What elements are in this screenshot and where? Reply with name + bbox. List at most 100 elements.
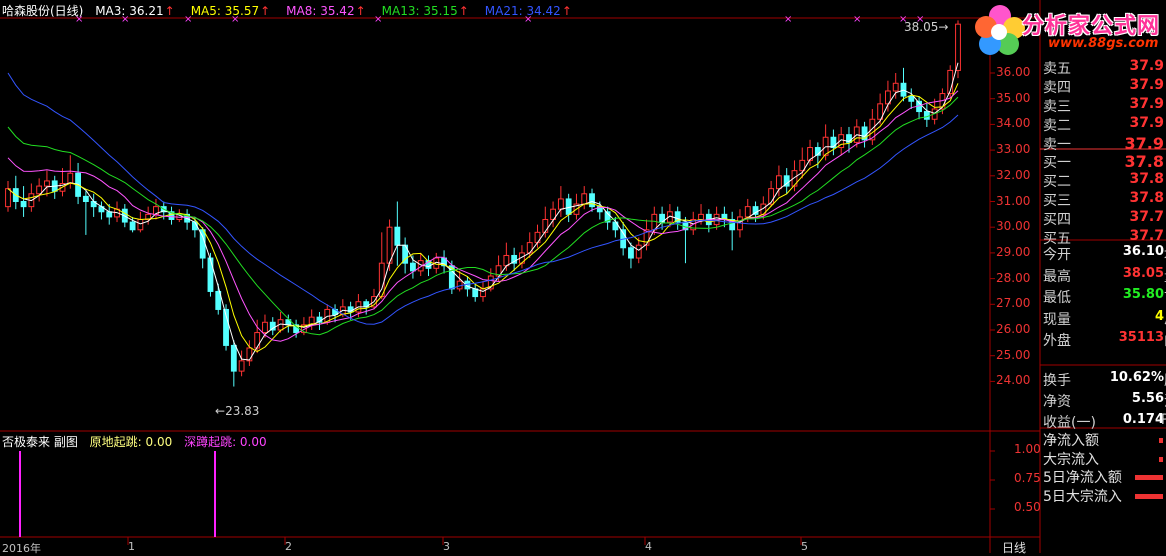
candle-up bbox=[698, 213, 704, 220]
up-arrow-icon: ↑ bbox=[458, 4, 469, 18]
stock-title: 哈森股份(日线) bbox=[2, 4, 84, 18]
ma3-line bbox=[7, 62, 959, 361]
stat-row: 外盘35113内 bbox=[1043, 328, 1166, 350]
price-tick: 27.00 bbox=[996, 296, 1031, 311]
stat-value: 36.10 bbox=[1122, 244, 1164, 259]
quote-row[interactable]: 买三 37.8 bbox=[1043, 189, 1166, 209]
candle-down bbox=[394, 226, 401, 246]
quote-price: 37.7 bbox=[1129, 209, 1164, 225]
quote-row[interactable]: 买二 37.8 bbox=[1043, 170, 1166, 190]
high-value: 38.05 bbox=[904, 20, 939, 34]
candle-down bbox=[106, 211, 113, 218]
candle-down bbox=[830, 136, 837, 149]
stat-value: 0.174 bbox=[1122, 412, 1164, 427]
stat-label: 今开 bbox=[1043, 247, 1071, 263]
price-tick: 35.00 bbox=[996, 90, 1031, 105]
money-flow-row: 5日净流入额 bbox=[1043, 467, 1166, 487]
ma-legend-item: MA3: 36.21↑ bbox=[95, 4, 175, 18]
flower-logo-icon bbox=[975, 5, 1025, 55]
stat-row: 最低35.80市 bbox=[1043, 285, 1166, 307]
stat-row: 今开36.10均 bbox=[1043, 242, 1166, 264]
up-arrow-icon: ↑ bbox=[260, 4, 271, 18]
candle-up bbox=[246, 347, 253, 362]
up-arrow-icon: ↑ bbox=[561, 4, 572, 18]
candle-up bbox=[542, 218, 549, 233]
money-flow-label: 大宗流入 bbox=[1043, 451, 1099, 468]
candlestick-chart[interactable]: × × × × × × × × × × bbox=[0, 0, 1166, 553]
arrow-left-icon: ← bbox=[215, 404, 226, 418]
quote-price: 37.8 bbox=[1129, 171, 1164, 187]
stat-label: 现量 bbox=[1043, 311, 1071, 328]
candle-down bbox=[82, 195, 89, 203]
stat-value: 5.56 bbox=[1131, 391, 1164, 406]
candle-down bbox=[230, 344, 237, 372]
price-tick: 28.00 bbox=[996, 270, 1031, 285]
quote-label: 买一 bbox=[1043, 155, 1071, 171]
quote-label: 买二 bbox=[1043, 174, 1071, 190]
quote-price: 37.9 bbox=[1129, 96, 1164, 112]
quote-row[interactable]: 买一 37.8 bbox=[1043, 151, 1166, 171]
money-flow-bar bbox=[1159, 456, 1163, 462]
candle-up bbox=[5, 188, 11, 208]
price-tick: 26.00 bbox=[996, 322, 1031, 336]
low-value: 23.83 bbox=[225, 404, 260, 418]
quote-price: 37.8 bbox=[1129, 190, 1164, 206]
candle-up bbox=[581, 193, 588, 205]
money-flow-bar bbox=[1135, 493, 1163, 499]
candle-down bbox=[908, 95, 915, 102]
candle-down bbox=[207, 257, 214, 292]
signal-marker: × bbox=[853, 14, 861, 25]
quote-row[interactable]: 卖二 37.9 bbox=[1043, 114, 1166, 134]
arrow-right-icon: → bbox=[938, 20, 949, 34]
site-logo: 分析家公式网 www.88gs.com bbox=[970, 0, 1166, 58]
money-flow-row: 5日大宗流入 bbox=[1043, 486, 1166, 506]
quote-row[interactable]: 卖一 37.9 bbox=[1043, 133, 1166, 153]
quote-label: 卖三 bbox=[1043, 99, 1071, 115]
stat-value: 38.05 bbox=[1122, 265, 1164, 281]
candle-up bbox=[44, 180, 50, 187]
ma-legend-item: MA21: 34.42↑ bbox=[484, 4, 572, 18]
stat-label: 净资 bbox=[1043, 394, 1071, 410]
price-tick: 30.00 bbox=[996, 219, 1031, 234]
candle-up bbox=[534, 231, 541, 244]
sub-series-1: 原地起跳: 0.00 bbox=[89, 435, 173, 449]
quote-label: 卖二 bbox=[1043, 118, 1071, 134]
sub-tick: 0.50 bbox=[1014, 500, 1041, 514]
sub-chart-legend: 否极泰来 副图 原地起跳: 0.00 深蹲起跳: 0.00 bbox=[2, 433, 275, 450]
up-arrow-icon: ↑ bbox=[355, 4, 366, 18]
up-arrow-icon: ↑ bbox=[164, 4, 175, 18]
date-tick: 3 bbox=[443, 540, 450, 553]
period-label[interactable]: 日线 bbox=[1002, 539, 1026, 556]
candle-up bbox=[36, 185, 43, 195]
price-tick: 36.00 bbox=[996, 65, 1031, 79]
candle-down bbox=[410, 262, 416, 272]
stat-row: 换手10.62%股 bbox=[1043, 368, 1166, 390]
stat-row: 现量4总 bbox=[1043, 307, 1166, 329]
money-flow-row: 净流入额 bbox=[1043, 430, 1166, 450]
signal-marker: × bbox=[784, 14, 792, 25]
money-flow-label: 5日净流入额 bbox=[1043, 470, 1122, 486]
candle-up bbox=[67, 172, 74, 185]
stat-label: 最低 bbox=[1043, 290, 1071, 306]
quote-row[interactable]: 卖五 37.9 bbox=[1043, 57, 1166, 77]
quote-row[interactable]: 卖四 37.9 bbox=[1043, 76, 1166, 96]
candle-up bbox=[635, 244, 642, 259]
quote-label: 卖五 bbox=[1043, 61, 1071, 77]
quote-row[interactable]: 买四 37.7 bbox=[1043, 208, 1166, 228]
stat-label: 收益(一) bbox=[1043, 415, 1096, 431]
candle-up bbox=[744, 206, 751, 218]
quote-label: 卖四 bbox=[1043, 80, 1071, 96]
quote-price: 37.9 bbox=[1129, 115, 1164, 131]
price-tick: 29.00 bbox=[996, 244, 1031, 259]
date-tick: 5 bbox=[801, 540, 808, 553]
stat-label: 最高 bbox=[1043, 268, 1071, 285]
candle-up bbox=[503, 254, 510, 267]
candle-up bbox=[137, 218, 144, 231]
candle-down bbox=[20, 201, 27, 208]
stat-value: 35113 bbox=[1118, 330, 1164, 345]
money-flow-row: 大宗流入 bbox=[1043, 449, 1166, 469]
price-tick: 32.00 bbox=[996, 167, 1031, 182]
quote-row[interactable]: 卖三 37.9 bbox=[1043, 95, 1166, 115]
quote-price: 37.9 bbox=[1129, 58, 1164, 74]
quote-label: 买三 bbox=[1043, 193, 1071, 209]
